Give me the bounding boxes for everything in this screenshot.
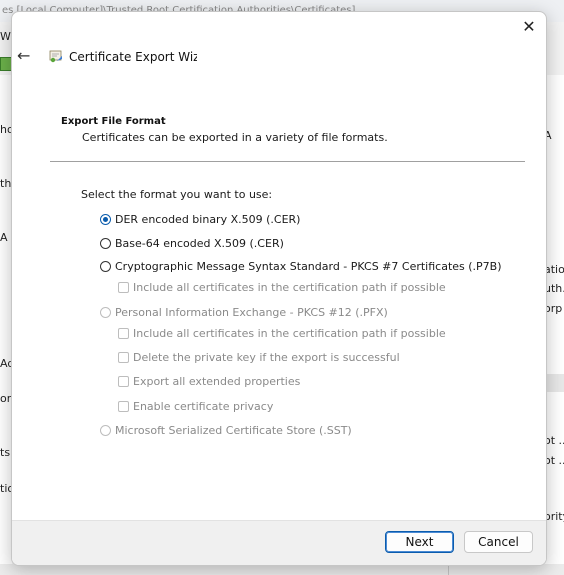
background-left-text: A	[0, 231, 8, 244]
option-base64-encoded[interactable]: Base-64 encoded X.509 (.CER)	[100, 237, 284, 250]
option-pkcs12: Personal Information Exchange - PKCS #12…	[100, 306, 388, 319]
next-button[interactable]: Next	[385, 531, 454, 553]
option-label: Cryptographic Message Syntax Standard - …	[115, 260, 502, 273]
checkbox-disabled	[118, 401, 129, 412]
option-certificate-privacy: Enable certificate privacy	[118, 400, 273, 413]
option-export-extended-properties: Export all extended properties	[118, 375, 300, 388]
option-label: Enable certificate privacy	[133, 400, 274, 413]
format-prompt: Select the format you want to use:	[81, 188, 273, 201]
background-right-text: uth.	[544, 282, 564, 295]
background-right-text: ot ..	[544, 454, 564, 467]
option-label: Include all certificates in the certific…	[133, 327, 446, 340]
dialog-title: Certificate Export Wizard	[69, 50, 197, 64]
radio-button-disabled	[100, 425, 111, 436]
radio-button-selected[interactable]	[100, 214, 111, 225]
option-pkcs7-include-path: Include all certificates in the certific…	[118, 281, 446, 294]
close-button[interactable]: ✕	[518, 16, 540, 38]
background-left-text: ts	[0, 446, 11, 459]
option-label: Include all certificates in the certific…	[133, 281, 446, 294]
radio-button[interactable]	[100, 261, 111, 272]
option-label: Export all extended properties	[133, 375, 301, 388]
option-label: Base-64 encoded X.509 (.CER)	[115, 237, 284, 250]
option-label: DER encoded binary X.509 (.CER)	[115, 213, 301, 226]
radio-button[interactable]	[100, 238, 111, 249]
header-divider	[50, 161, 525, 162]
checkbox-disabled	[118, 328, 129, 339]
option-pkcs7[interactable]: Cryptographic Message Syntax Standard - …	[100, 260, 502, 273]
background-right-text: atio.	[544, 263, 564, 276]
background-right-text: ority	[544, 510, 564, 523]
radio-button-disabled	[100, 307, 111, 318]
dialog-footer: Next Cancel	[12, 520, 546, 565]
background-right-panel	[544, 75, 564, 575]
section-title: Export File Format	[61, 116, 166, 127]
cancel-button[interactable]: Cancel	[464, 531, 533, 553]
section-subtitle: Certificates can be exported in a variet…	[82, 131, 388, 144]
option-pkcs12-include-path: Include all certificates in the certific…	[118, 327, 446, 340]
option-sst: Microsoft Serialized Certificate Store (…	[100, 424, 352, 437]
certificate-export-wizard-dialog: ✕ ← Certificate Export Wizard Export Fil…	[11, 11, 547, 566]
background-right-band	[544, 374, 564, 392]
option-label: Delete the private key if the export is …	[133, 351, 400, 364]
checkbox-disabled	[118, 352, 129, 363]
option-label: Microsoft Serialized Certificate Store (…	[115, 424, 352, 437]
back-arrow-button[interactable]: ←	[17, 46, 37, 66]
background-right-text: ot ..	[544, 434, 564, 447]
checkbox-disabled	[118, 376, 129, 387]
option-label: Personal Information Exchange - PKCS #12…	[115, 306, 388, 319]
certificate-wizard-icon	[49, 50, 62, 63]
option-delete-private-key: Delete the private key if the export is …	[118, 351, 400, 364]
option-der-encoded[interactable]: DER encoded binary X.509 (.CER)	[100, 213, 300, 226]
checkbox-disabled	[118, 282, 129, 293]
